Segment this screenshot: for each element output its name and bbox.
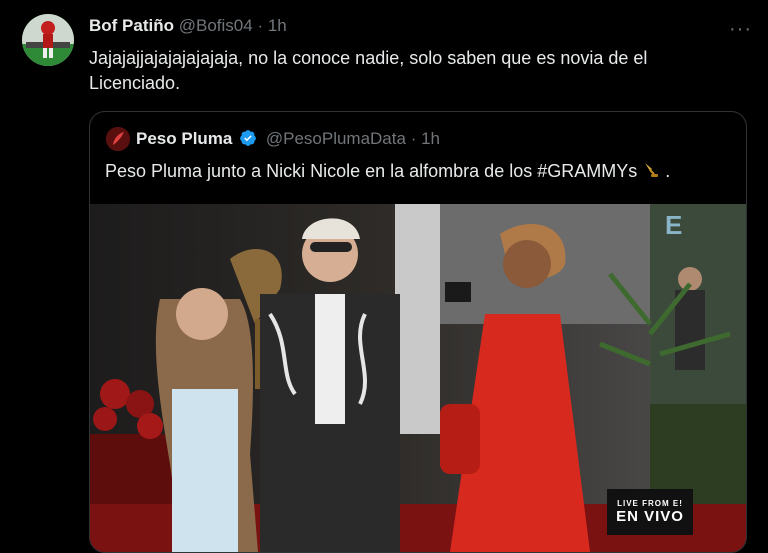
live-badge: LIVE FROM E! EN VIVO	[607, 489, 693, 535]
live-badge-small-text: LIVE FROM E!	[617, 499, 683, 508]
quoted-author-name: Peso Pluma	[136, 129, 233, 148]
quoted-tweet-text: Peso Pluma junto a Nicki Nicole en la al…	[105, 161, 670, 182]
tweet-text: Jajajajjajajajajajaja, no la conoce nadi…	[89, 48, 648, 93]
tweet-header: Bof Patiño @Bofis04 · 1h	[89, 16, 287, 36]
avatar-image	[22, 14, 74, 66]
tweet-timestamp[interactable]: 1h	[268, 16, 287, 35]
quoted-avatar-image	[106, 127, 130, 151]
separator-dot: ·	[257, 16, 264, 35]
author-handle[interactable]: @Bofis04	[179, 16, 253, 35]
quoted-tweet-header: Peso Pluma @PesoPlumaData · 1h	[136, 129, 440, 149]
quoted-author-handle: @PesoPlumaData	[265, 129, 406, 148]
quoted-text-body: Peso Pluma junto a Nicki Nicole en la al…	[105, 161, 638, 181]
quoted-author-avatar	[106, 127, 130, 151]
verified-badge-icon	[240, 130, 256, 146]
quoted-separator-dot: ·	[410, 129, 417, 148]
more-icon[interactable]: ···	[729, 18, 752, 41]
gramophone-icon	[645, 163, 659, 177]
live-badge-big-text: EN VIVO	[616, 508, 684, 525]
quoted-tweet-timestamp: 1h	[421, 129, 441, 148]
quoted-tweet-card[interactable]: Peso Pluma @PesoPlumaData · 1h Peso Plum…	[89, 111, 747, 553]
author-name[interactable]: Bof Patiño	[89, 16, 174, 35]
quoted-tweet-video[interactable]: E LIVE FROM E! EN VIVO	[90, 204, 746, 552]
author-avatar[interactable]	[22, 14, 74, 66]
svg-text:E: E	[665, 210, 682, 240]
quoted-text-end: .	[665, 161, 671, 181]
